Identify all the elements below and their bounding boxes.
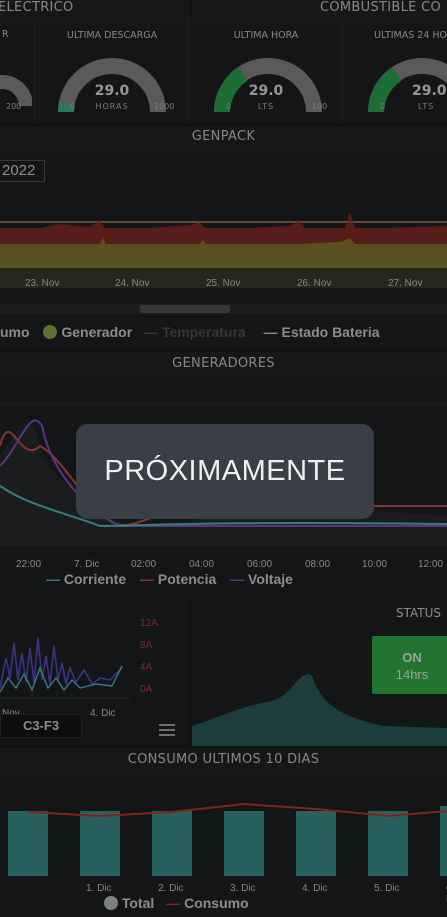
coming-soon-modal: PRÓXIMAMENTE (76, 424, 374, 519)
coming-soon-message: PRÓXIMAMENTE (104, 455, 346, 487)
